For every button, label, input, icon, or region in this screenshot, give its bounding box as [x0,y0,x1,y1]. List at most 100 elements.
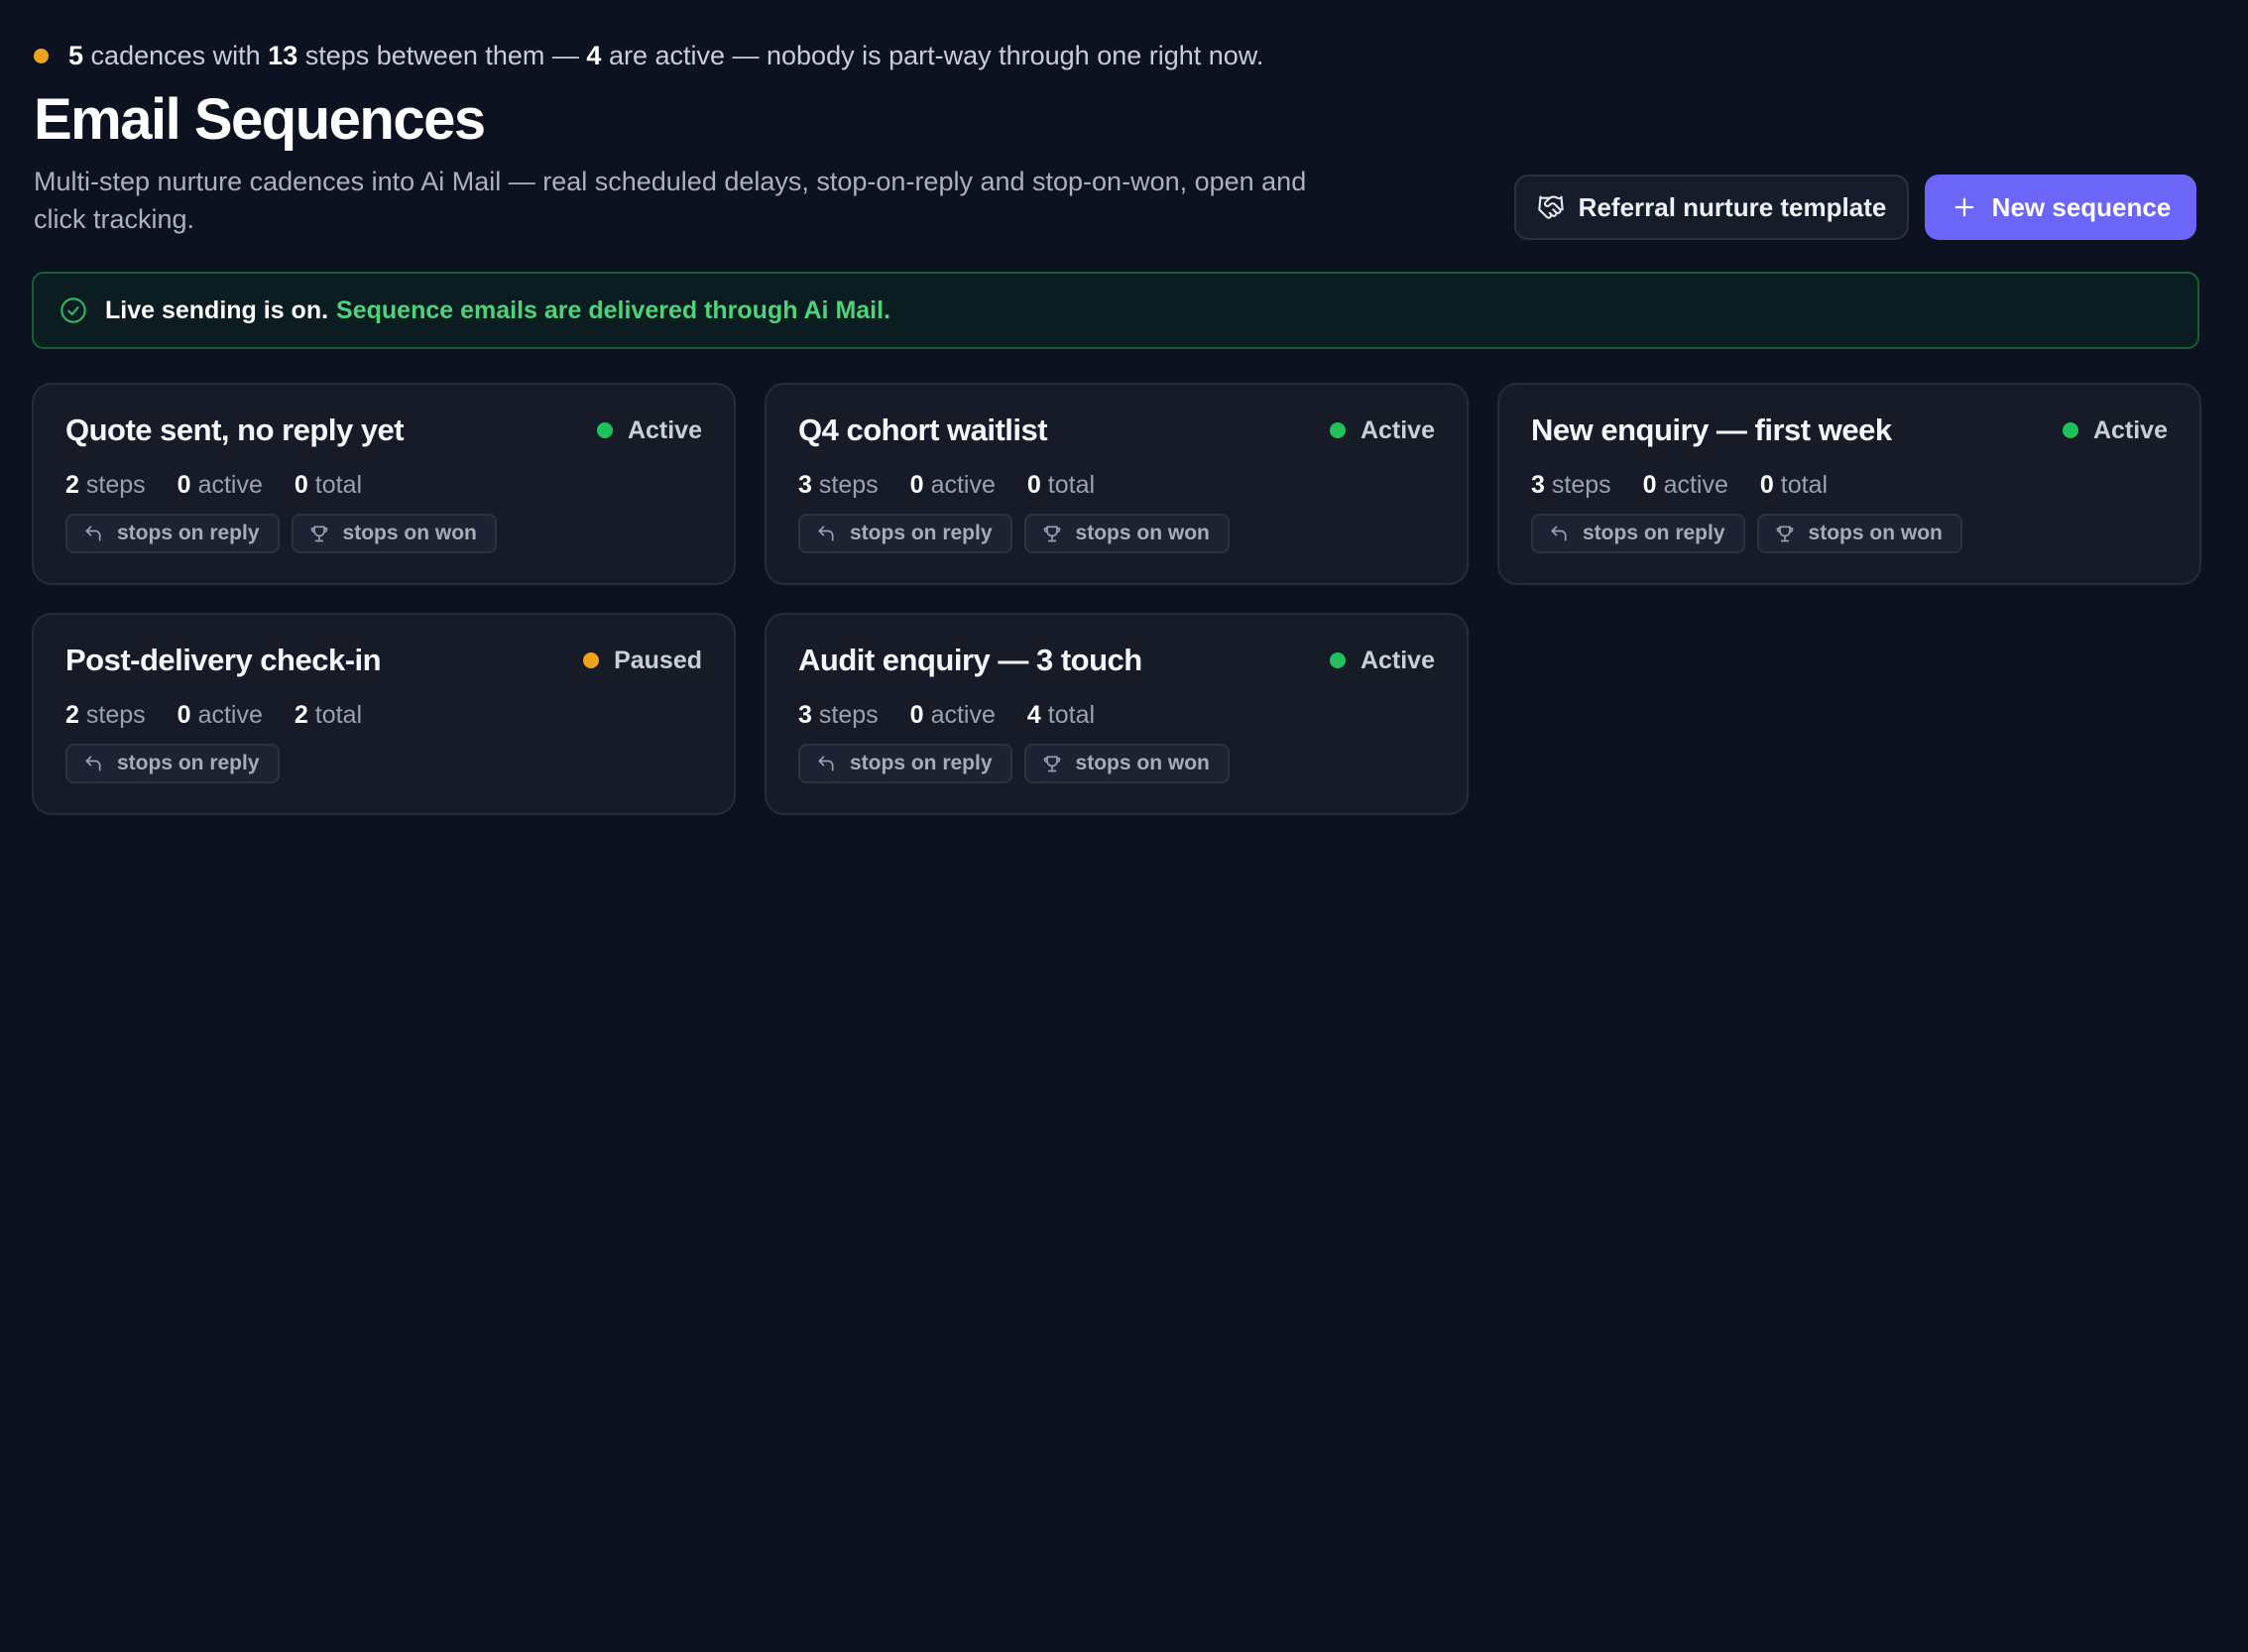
active-count-label: active [930,700,996,729]
status-dot [583,652,600,668]
steps-count-label: steps [818,700,879,729]
total-count-value: 0 [294,470,308,499]
total-count-label: total [314,470,363,499]
sequence-tags: stops on reply stops on won [65,514,509,553]
status-dot [596,422,613,438]
active-count-label: active [1663,470,1728,499]
steps-count-value: 3 [798,470,812,499]
live-sending-banner: Live sending is on. Sequence emails are … [32,272,2199,349]
sequence-stats: 3 steps 0 active 0 total [1531,468,1859,502]
steps-count-value: 3 [1531,470,1545,499]
sequence-card[interactable]: New enquiry — first week Active 3 steps 0 act… [1497,383,2201,585]
steps-count-value: 2 [65,700,79,729]
total-count-label: total [1780,470,1829,499]
check-circle-icon [60,297,86,323]
status-label: Active [1360,415,1435,444]
steps-count-label: steps [818,470,879,499]
status-badge: Paused [583,645,702,676]
summary-step-count: 13 [268,40,298,70]
stops-on-won-tag: stops on won [291,514,497,553]
total-count: 0 total [1760,471,1828,500]
new-sequence-button[interactable]: New sequence [1925,175,2196,240]
active-count-value: 0 [177,700,191,729]
summary-active-count: 4 [586,40,602,70]
steps-count-label: steps [85,700,146,729]
total-count-value: 2 [294,700,308,729]
status-label: Active [2092,415,2168,444]
active-count-value: 0 [909,470,924,499]
total-count-value: 0 [1026,470,1041,499]
summary-cadence-count: 5 [68,40,84,70]
status-badge: Active [2062,414,2168,446]
summary-cadence-text: cadences with [90,40,261,70]
steps-count: 2 steps [65,471,146,500]
total-count-label: total [1047,470,1096,499]
active-count: 0 active [910,701,996,730]
reply-arrow-icon [85,756,101,771]
banner-message: Sequence emails are delivered through Ai… [336,295,891,324]
active-count-value: 0 [177,470,191,499]
steps-count: 2 steps [65,701,146,730]
summary-status-dot [34,48,49,63]
sequence-tags: stops on reply stops on won [1531,514,1974,553]
sequence-card[interactable]: Quote sent, no reply yet Active 2 steps 0 act… [32,383,736,585]
stops-on-reply-tag: stops on reply [1531,514,1745,553]
sequence-card[interactable]: Post-delivery check-in Paused 2 steps 0 activ… [32,613,736,815]
reply-arrow-icon [818,526,834,541]
sequence-name: Quote sent, no reply yet [65,413,405,447]
steps-count: 3 steps [1531,471,1611,500]
status-dot [1329,422,1346,438]
sequence-name: New enquiry — first week [1531,413,1892,447]
sequence-tags: stops on reply stops on won [798,744,1242,783]
sequence-tags: stops on reply stops on won [798,514,1242,553]
status-badge: Active [596,414,702,446]
active-count-value: 0 [1642,470,1657,499]
page: 5 cadences with 13 steps between them — … [0,0,2248,1652]
referral-template-label: Referral nurture template [1578,191,1887,222]
total-count: 0 total [295,471,362,500]
steps-count: 3 steps [798,701,879,730]
stops-on-won-tag-label: stops on won [1075,522,1210,544]
active-count: 0 active [177,701,263,730]
banner-strong-text: Live sending is on. [105,295,329,324]
summary-active-text: are active — nobody is part-way through … [608,40,1264,70]
reply-arrow-icon [818,756,834,771]
new-sequence-label: New sequence [1991,191,2172,222]
status-label: Paused [614,646,702,674]
trophy-icon [1043,756,1060,772]
active-count-label: active [930,470,996,499]
stops-on-won-tag-label: stops on won [342,522,477,544]
sequence-name: Q4 cohort waitlist [798,413,1048,447]
plus-icon [1954,197,1974,217]
steps-count: 3 steps [798,471,879,500]
summary-line: 5 cadences with 13 steps between them — … [34,38,1263,73]
stops-on-reply-tag-label: stops on reply [117,522,260,544]
status-dot [1329,652,1346,668]
steps-count-value: 2 [65,470,79,499]
status-label: Active [627,415,702,444]
steps-count-label: steps [85,470,146,499]
trophy-icon [1043,526,1060,542]
active-count-value: 0 [909,700,924,729]
handshake-icon [1537,195,1564,219]
total-count: 4 total [1027,701,1095,730]
stops-on-won-tag: stops on won [1023,514,1230,553]
stops-on-reply-tag: stops on reply [798,744,1012,783]
sequence-stats: 2 steps 0 active 0 total [65,468,394,502]
reply-arrow-icon [85,526,101,541]
active-count-label: active [197,470,263,499]
stops-on-reply-tag-label: stops on reply [850,752,993,774]
stops-on-reply-tag: stops on reply [65,514,280,553]
sequence-card[interactable]: Q4 cohort waitlist Active 3 steps 0 active 0 to… [765,383,1469,585]
total-count: 0 total [1027,471,1095,500]
stops-on-won-tag-label: stops on won [1075,752,1210,774]
stops-on-won-tag-label: stops on won [1808,522,1943,544]
summary-step-text: steps between them — [304,40,579,70]
referral-template-button[interactable]: Referral nurture template [1514,175,1909,240]
stops-on-won-tag: stops on won [1756,514,1962,553]
total-count-value: 0 [1759,470,1774,499]
total-count: 2 total [295,701,362,730]
page-title: Email Sequences [34,87,486,152]
sequence-card[interactable]: Audit enquiry — 3 touch Active 3 steps 0 acti… [765,613,1469,815]
steps-count-label: steps [1551,470,1611,499]
